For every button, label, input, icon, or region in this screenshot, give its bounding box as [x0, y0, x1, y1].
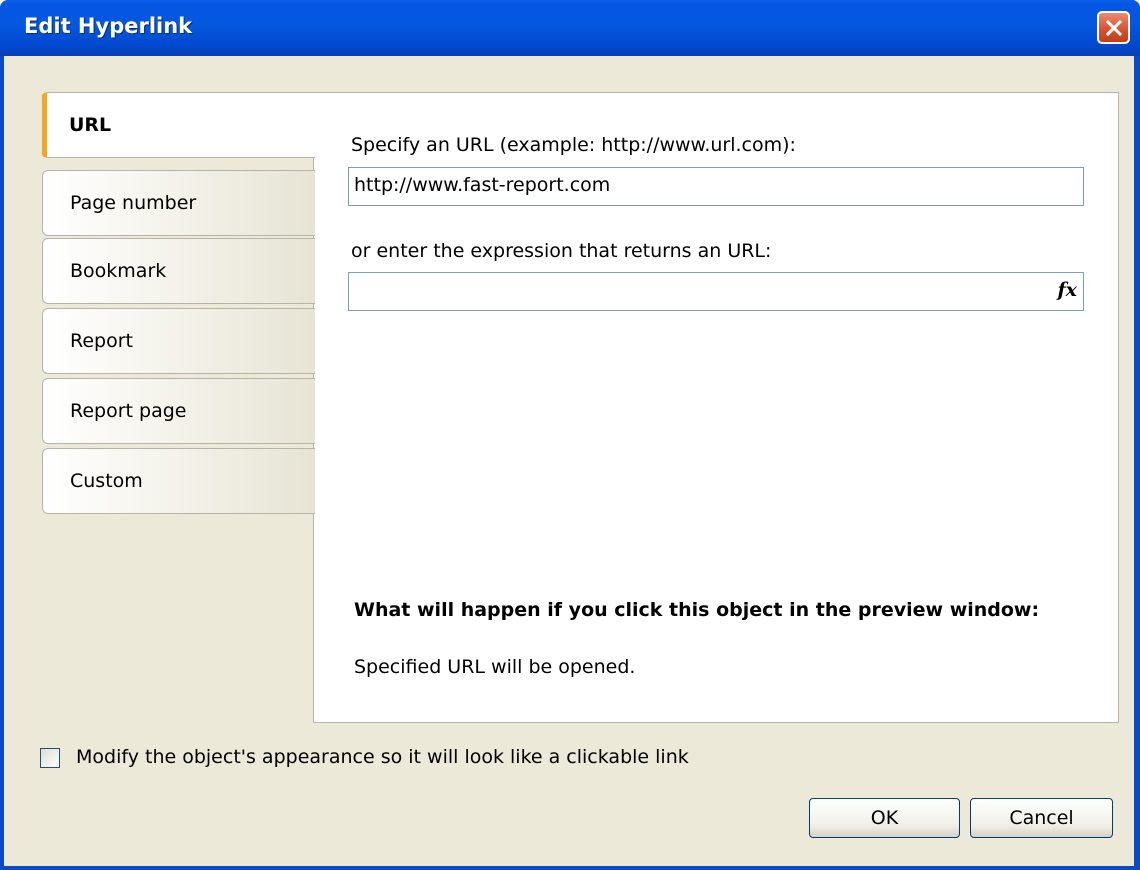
fx-icon[interactable]: fx — [1057, 279, 1077, 301]
cancel-button[interactable]: Cancel — [970, 798, 1113, 838]
info-text: Specified URL will be opened. — [354, 656, 636, 678]
tab-page-number-label: Page number — [70, 192, 197, 214]
tab-custom[interactable]: Custom — [42, 448, 315, 514]
tab-url-label: URL — [69, 114, 112, 136]
tab-bookmark[interactable]: Bookmark — [42, 238, 315, 304]
dialog-title: Edit Hyperlink — [24, 14, 193, 38]
close-button[interactable] — [1097, 11, 1130, 44]
title-bar[interactable]: Edit Hyperlink — [0, 0, 1140, 56]
active-tab-accent — [42, 93, 47, 157]
expression-input[interactable]: fx — [348, 272, 1084, 311]
tab-page-number[interactable]: Page number — [42, 170, 315, 236]
url-input[interactable]: http://www.fast-report.com — [348, 167, 1084, 206]
close-icon — [1105, 19, 1122, 36]
edit-hyperlink-dialog: Edit Hyperlink URL Page number Bookmark … — [0, 0, 1140, 870]
info-heading: What will happen if you click this objec… — [354, 599, 1040, 621]
cancel-button-label: Cancel — [1009, 807, 1074, 829]
dialog-body: URL Page number Bookmark Report Report p… — [4, 56, 1134, 866]
ok-button-label: OK — [870, 807, 899, 829]
expression-label: or enter the expression that returns an … — [351, 240, 772, 262]
tab-url[interactable]: URL — [42, 92, 315, 158]
ok-button[interactable]: OK — [809, 798, 960, 838]
tab-bookmark-label: Bookmark — [70, 260, 167, 282]
url-input-value: http://www.fast-report.com — [354, 174, 611, 196]
appearance-checkbox-label[interactable]: Modify the object's appearance so it wil… — [76, 746, 689, 768]
tab-custom-label: Custom — [70, 470, 143, 492]
appearance-checkbox[interactable] — [40, 748, 60, 768]
tab-report-page[interactable]: Report page — [42, 378, 315, 444]
tab-report[interactable]: Report — [42, 308, 315, 374]
tab-report-page-label: Report page — [70, 400, 187, 422]
url-label: Specify an URL (example: http://www.url.… — [351, 134, 796, 156]
tab-report-label: Report — [70, 330, 133, 352]
